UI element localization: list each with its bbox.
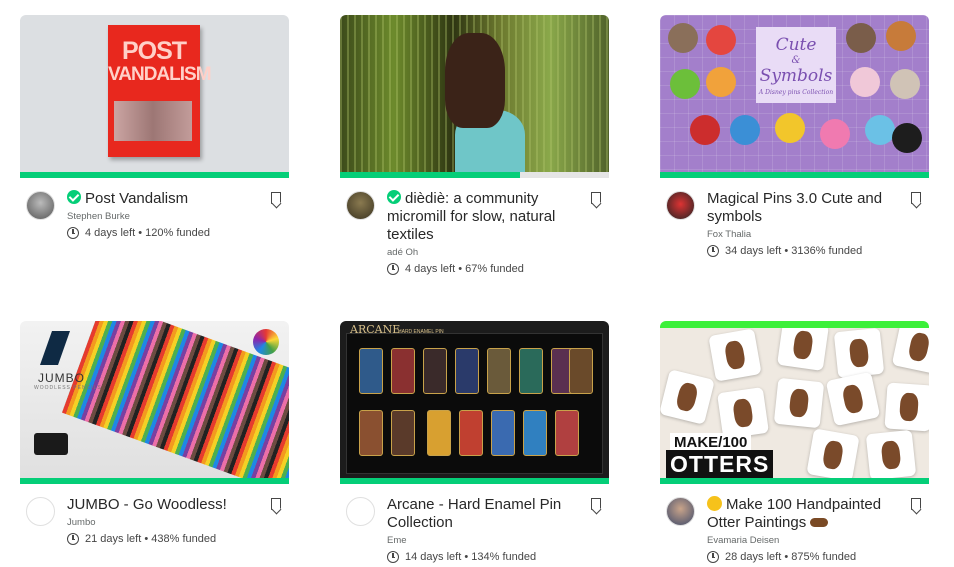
avatar[interactable] <box>346 191 375 220</box>
creator-name[interactable]: adé Oh <box>387 247 569 258</box>
project-stats: 34 days left • 3136% funded <box>707 245 889 257</box>
clock-icon <box>707 245 719 257</box>
project-card[interactable]: POST VANDALISM Post Vandalism Stephen Bu… <box>20 15 289 288</box>
clock-icon <box>707 551 719 563</box>
creator-name[interactable]: Evamaria Deisen <box>707 535 889 546</box>
bookmark-icon[interactable] <box>911 192 921 204</box>
avatar[interactable] <box>26 497 55 526</box>
verified-badge-icon <box>387 190 401 204</box>
bookmark-icon[interactable] <box>271 498 281 510</box>
project-card[interactable]: JUMBO WOODLESS PENCILS JUMBO - Go Woodle… <box>20 321 289 567</box>
project-stats: 21 days left • 438% funded <box>67 533 249 545</box>
project-title[interactable]: Post Vandalism <box>67 190 249 208</box>
avatar[interactable] <box>666 497 695 526</box>
project-card[interactable]: MAKE/100 OTTERS Make 100 Handpainted Ott… <box>660 321 929 567</box>
avatar[interactable] <box>26 191 55 220</box>
project-image[interactable]: ARCANE HARD ENAMEL PIN <box>340 321 609 478</box>
project-title[interactable]: dièdiè: a community micromill for slow, … <box>387 190 569 244</box>
project-image[interactable]: MAKE/100 OTTERS <box>660 321 929 478</box>
project-stats: 4 days left • 120% funded <box>67 227 249 239</box>
avatar[interactable] <box>666 191 695 220</box>
bookmark-icon[interactable] <box>591 498 601 510</box>
project-title[interactable]: Arcane - Hard Enamel Pin Collection <box>387 496 569 532</box>
creator-name[interactable]: Fox Thalia <box>707 229 889 240</box>
project-stats: 28 days left • 875% funded <box>707 551 889 563</box>
project-title[interactable]: JUMBO - Go Woodless! <box>67 496 249 514</box>
bookmark-icon[interactable] <box>271 192 281 204</box>
pin-collection-title: Cute & Symbols A Disney pins Collection <box>756 27 836 103</box>
project-card[interactable]: Cute & Symbols A Disney pins Collection … <box>660 15 929 288</box>
bookmark-icon[interactable] <box>591 192 601 204</box>
project-title[interactable]: Magical Pins 3.0 Cute and symbols <box>707 190 889 226</box>
bookmark-icon[interactable] <box>911 498 921 510</box>
book-cover: POST VANDALISM <box>108 25 212 157</box>
project-stats: 14 days left • 134% funded <box>387 551 569 563</box>
clock-icon <box>67 227 79 239</box>
clock-icon <box>67 533 79 545</box>
project-card[interactable]: ARCANE HARD ENAMEL PIN Arcane - Hard Ena… <box>340 321 609 567</box>
project-image[interactable]: JUMBO WOODLESS PENCILS <box>20 321 289 478</box>
creator-name[interactable]: Eme <box>387 535 569 546</box>
otter-emoji-icon <box>810 518 829 527</box>
creator-name[interactable]: Jumbo <box>67 517 249 528</box>
verified-badge-icon <box>67 190 81 204</box>
project-image[interactable]: POST VANDALISM <box>20 15 289 172</box>
avatar[interactable] <box>346 497 375 526</box>
creator-name[interactable]: Stephen Burke <box>67 211 249 222</box>
project-title[interactable]: Make 100 Handpainted Otter Paintings <box>707 496 889 532</box>
color-wheel-icon <box>253 329 279 355</box>
project-stats: 4 days left • 67% funded <box>387 263 569 275</box>
project-image[interactable] <box>340 15 609 172</box>
project-image[interactable]: Cute & Symbols A Disney pins Collection <box>660 15 929 172</box>
clock-icon <box>387 263 399 275</box>
project-card[interactable]: dièdiè: a community micromill for slow, … <box>340 15 609 288</box>
jumbo-logo-icon <box>40 331 70 365</box>
clock-icon <box>387 551 399 563</box>
sun-emoji-icon <box>707 496 722 511</box>
